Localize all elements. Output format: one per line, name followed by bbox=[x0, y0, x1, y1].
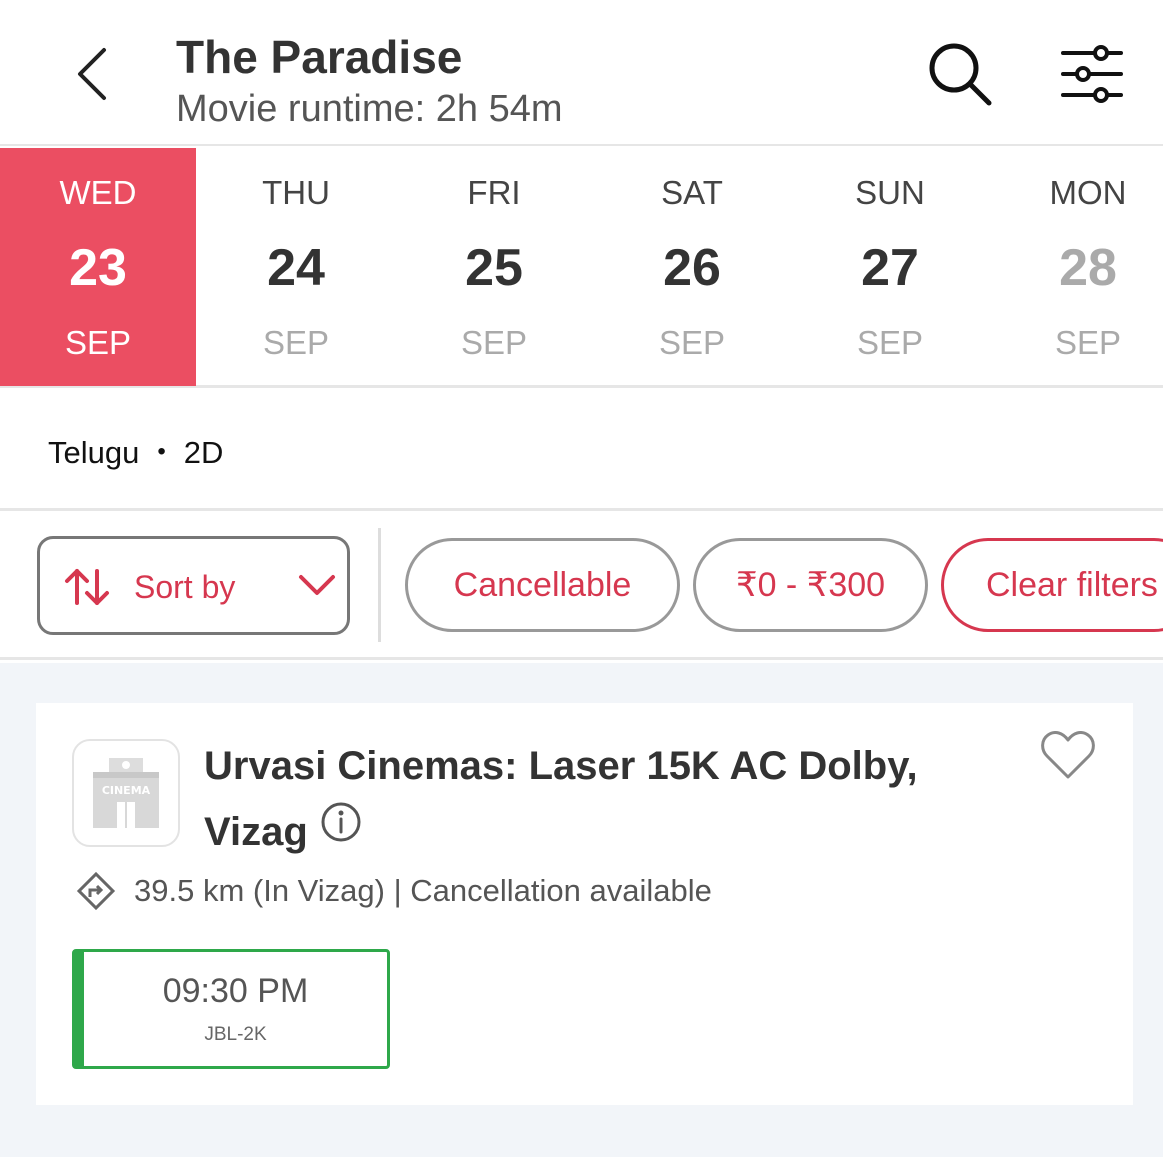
date-dow: SUN bbox=[855, 174, 925, 211]
date-month: SEP bbox=[658, 324, 726, 361]
date-day: 24 bbox=[267, 239, 325, 297]
date-day: 27 bbox=[861, 239, 919, 297]
chip-cancellable[interactable]: Cancellable bbox=[405, 538, 680, 632]
sort-by-label: Sort by bbox=[134, 569, 236, 605]
sort-arrows-icon bbox=[65, 569, 109, 605]
date-mon-28[interactable]: MON 28 SEP bbox=[990, 148, 1163, 386]
date-fri-25[interactable]: FRI 25 SEP bbox=[396, 148, 592, 386]
date-day: 26 bbox=[663, 239, 721, 297]
date-thu-24[interactable]: THU 24 SEP bbox=[198, 148, 394, 386]
chip-price-range[interactable]: ₹0 - ₹300 bbox=[693, 538, 928, 632]
format-row: Telugu • 2D bbox=[0, 391, 1163, 511]
date-dow: FRI bbox=[467, 174, 521, 211]
date-wed-23[interactable]: WED 23 SEP bbox=[0, 148, 196, 386]
showtime-format: JBL-2K bbox=[204, 1024, 267, 1045]
date-sat-26[interactable]: SAT 26 SEP bbox=[594, 148, 790, 386]
movie-runtime: Movie runtime: 2h 54m bbox=[176, 88, 563, 130]
cinema-list: CINEMA Urvasi Cinemas: Laser 15K AC Dolb… bbox=[0, 663, 1163, 1157]
format-info[interactable]: Telugu • 2D bbox=[48, 435, 223, 471]
date-month: SEP bbox=[1054, 324, 1122, 361]
separator-dot: • bbox=[157, 437, 166, 465]
info-icon[interactable] bbox=[320, 797, 362, 863]
cinema-name-line1: Urvasi Cinemas: Laser 15K AC Dolby, bbox=[204, 744, 918, 788]
back-button[interactable] bbox=[40, 22, 144, 126]
date-month: SEP bbox=[64, 324, 132, 361]
date-dow: SAT bbox=[661, 174, 723, 211]
date-day: 25 bbox=[465, 239, 523, 297]
favorite-button[interactable] bbox=[1040, 731, 1096, 786]
logo-text: CINEMA bbox=[102, 784, 151, 797]
cinema-meta: 39.5 km (In Vizag) | Cancellation availa… bbox=[76, 871, 712, 911]
date-day: 28 bbox=[1059, 239, 1117, 297]
chip-clear-filters[interactable]: Clear filters bbox=[941, 538, 1163, 632]
cinema-name-line2: Vizag bbox=[204, 810, 308, 854]
date-selector: WED 23 SEP THU 24 SEP FRI 25 SEP SAT 26 … bbox=[0, 148, 1163, 388]
app-header: The Paradise Movie runtime: 2h 54m bbox=[0, 0, 1163, 146]
cinema-distance-info: 39.5 km (In Vizag) | Cancellation availa… bbox=[134, 873, 712, 908]
date-dow: MON bbox=[1049, 174, 1127, 211]
filter-divider bbox=[378, 528, 381, 642]
movie-title: The Paradise bbox=[176, 31, 463, 83]
search-icon bbox=[929, 43, 992, 106]
filter-bar: Sort by Cancellable ₹0 - ₹300 Clear filt… bbox=[0, 514, 1163, 660]
date-dow: WED bbox=[59, 174, 137, 211]
date-day: 23 bbox=[69, 239, 127, 297]
showtime-button[interactable]: 09:30 PM JBL-2K bbox=[72, 949, 390, 1069]
sliders-icon bbox=[1061, 45, 1123, 103]
format-dimension: 2D bbox=[183, 435, 224, 470]
directions-icon bbox=[76, 871, 116, 911]
format-language: Telugu bbox=[48, 435, 140, 470]
filter-settings-button[interactable] bbox=[1040, 22, 1144, 126]
date-dow: THU bbox=[262, 174, 330, 211]
sort-by-button[interactable]: Sort by bbox=[37, 536, 350, 635]
heart-icon bbox=[1041, 731, 1095, 779]
cinema-building-icon: CINEMA bbox=[93, 758, 159, 828]
search-button[interactable] bbox=[908, 22, 1012, 126]
date-month: SEP bbox=[460, 324, 528, 361]
showtime-time: 09:30 PM bbox=[162, 972, 309, 1010]
chevron-down-icon bbox=[299, 575, 335, 595]
cinema-card: CINEMA Urvasi Cinemas: Laser 15K AC Dolb… bbox=[36, 703, 1133, 1105]
date-sun-27[interactable]: SUN 27 SEP bbox=[792, 148, 988, 386]
date-month: SEP bbox=[856, 324, 924, 361]
cinema-name[interactable]: Urvasi Cinemas: Laser 15K AC Dolby, Viza… bbox=[204, 733, 944, 867]
cinema-logo: CINEMA bbox=[72, 739, 180, 847]
chevron-left-icon bbox=[78, 48, 106, 100]
date-month: SEP bbox=[262, 324, 330, 361]
